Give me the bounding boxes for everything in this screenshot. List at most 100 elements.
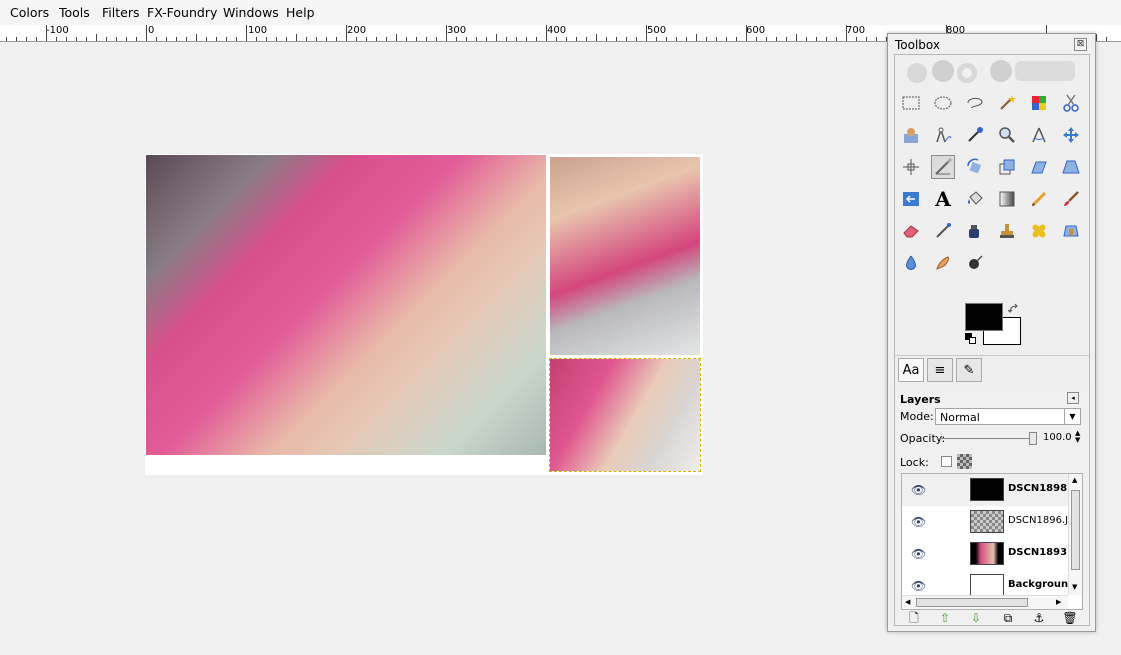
scroll-right-icon[interactable]: ▶ bbox=[1056, 598, 1061, 606]
move-arrows-icon bbox=[1063, 127, 1079, 143]
lock-alpha-icon[interactable] bbox=[957, 454, 972, 469]
airbrush-tool[interactable] bbox=[931, 219, 955, 243]
scroll-left-icon[interactable]: ◀ bbox=[905, 598, 910, 606]
fuzzy-select-tool[interactable] bbox=[995, 91, 1019, 115]
ellipse-select-tool[interactable] bbox=[931, 91, 955, 115]
duplicate-layer-icon[interactable]: ⧉ bbox=[999, 610, 1017, 626]
paths-tool[interactable] bbox=[931, 123, 955, 147]
ruler-tick bbox=[366, 37, 367, 41]
ruler-tick bbox=[56, 37, 57, 41]
scroll-down-icon[interactable]: ▼ bbox=[1072, 583, 1077, 591]
blend-tool[interactable] bbox=[995, 187, 1019, 211]
color-picker-tool[interactable] bbox=[963, 123, 987, 147]
text-tool[interactable]: A bbox=[931, 187, 955, 211]
perspective-tool[interactable] bbox=[1059, 155, 1083, 179]
ruler-tick bbox=[766, 37, 767, 41]
image-document[interactable] bbox=[145, 154, 703, 475]
clone-tool[interactable] bbox=[995, 219, 1019, 243]
layer-row[interactable]: 👁 DSCN1898... bbox=[902, 474, 1068, 506]
menu-colors[interactable]: Colors bbox=[10, 5, 49, 20]
eye-icon[interactable]: 👁 bbox=[911, 483, 926, 497]
chevron-down-icon[interactable]: ▼ bbox=[1064, 409, 1080, 424]
ruler-tick bbox=[686, 37, 687, 41]
menu-filters[interactable]: Filters bbox=[102, 5, 139, 20]
raise-layer-icon[interactable]: ⇧ bbox=[936, 610, 954, 626]
rotate-tool[interactable] bbox=[963, 155, 987, 179]
ruler-tick bbox=[336, 37, 337, 41]
ruler-tick bbox=[556, 37, 557, 41]
foreground-select-tool[interactable] bbox=[899, 123, 923, 147]
ruler-tick bbox=[236, 37, 237, 41]
eye-icon[interactable]: 👁 bbox=[911, 515, 926, 529]
eraser-tool[interactable] bbox=[899, 219, 923, 243]
mode-select[interactable]: Normal ▼ bbox=[935, 408, 1081, 425]
scissors-select-tool[interactable] bbox=[1059, 91, 1083, 115]
swap-colors-icon[interactable] bbox=[1007, 303, 1021, 315]
menu-bar: Colors Tools Filters FX-Foundry Windows … bbox=[0, 0, 1121, 26]
eye-icon[interactable]: 👁 bbox=[911, 579, 926, 593]
ruler-label: 100 bbox=[248, 25, 268, 36]
menu-fx-foundry[interactable]: FX-Foundry bbox=[147, 5, 217, 20]
ruler-tick bbox=[776, 37, 777, 41]
fg-bg-color-widget[interactable] bbox=[965, 303, 1025, 351]
menu-tools[interactable]: Tools bbox=[59, 5, 90, 20]
ruler-tick bbox=[876, 37, 877, 41]
opacity-slider-handle[interactable] bbox=[1029, 432, 1037, 445]
panel-menu-icon[interactable]: ◂ bbox=[1067, 392, 1079, 404]
tab-tool-options[interactable]: Aa bbox=[898, 358, 924, 382]
perspective-clone-tool[interactable] bbox=[1059, 219, 1083, 243]
ink-tool[interactable] bbox=[963, 219, 987, 243]
flip-tool[interactable] bbox=[899, 187, 923, 211]
layers-vertical-scrollbar[interactable]: ▲ ▼ bbox=[1068, 474, 1082, 595]
menu-help[interactable]: Help bbox=[286, 5, 315, 20]
align-tool[interactable] bbox=[899, 155, 923, 179]
smudge-tool[interactable] bbox=[931, 251, 955, 275]
move-tool[interactable] bbox=[1059, 123, 1083, 147]
paintbrush-tool[interactable] bbox=[1059, 187, 1083, 211]
dodge-burn-tool[interactable] bbox=[963, 251, 987, 275]
layers-list[interactable]: 👁 DSCN1898... 👁 DSCN1896.JP 👁 DSCN1893..… bbox=[901, 473, 1083, 610]
pencil-tool[interactable] bbox=[1027, 187, 1051, 211]
measure-tool[interactable] bbox=[1027, 123, 1051, 147]
eye-icon[interactable]: 👁 bbox=[911, 547, 926, 561]
free-select-tool[interactable] bbox=[963, 91, 987, 115]
shear-tool[interactable] bbox=[1027, 155, 1051, 179]
foreground-color-swatch[interactable] bbox=[965, 303, 1003, 331]
scrollbar-thumb[interactable] bbox=[916, 598, 1028, 607]
scrollbar-thumb[interactable] bbox=[1071, 490, 1080, 570]
ruler-tick bbox=[606, 37, 607, 41]
layer-row[interactable]: 👁 DSCN1893... bbox=[902, 538, 1068, 570]
anchor-layer-icon[interactable]: ⚓ bbox=[1030, 610, 1048, 626]
menu-windows[interactable]: Windows bbox=[223, 5, 279, 20]
crop-tool[interactable] bbox=[931, 155, 955, 179]
ruler-tick bbox=[576, 37, 577, 41]
lower-layer-icon[interactable]: ⇩ bbox=[967, 610, 985, 626]
ruler-label: 500 bbox=[647, 25, 667, 36]
rect-select-tool[interactable] bbox=[899, 91, 923, 115]
opacity-spinner-icon[interactable]: ▲ ▼ bbox=[1075, 430, 1080, 444]
opacity-slider-track[interactable] bbox=[937, 438, 1033, 439]
layer-row[interactable]: 👁 DSCN1896.JP bbox=[902, 506, 1068, 538]
layer-name: DSCN1893... bbox=[1008, 547, 1068, 558]
photo-top-right bbox=[550, 157, 700, 355]
tab-layers[interactable]: ≡ bbox=[927, 358, 953, 382]
layer-button-bar: 🗋 ⇧ ⇩ ⧉ ⚓ 🗑 bbox=[903, 610, 1083, 626]
tab-paths[interactable]: ✎ bbox=[956, 358, 982, 382]
scroll-up-icon[interactable]: ▲ bbox=[1072, 476, 1077, 484]
layers-horizontal-scrollbar[interactable]: ◀ ▶ bbox=[902, 595, 1068, 609]
zoom-tool[interactable] bbox=[995, 123, 1019, 147]
scale-tool[interactable] bbox=[995, 155, 1019, 179]
select-by-color-tool[interactable] bbox=[1027, 91, 1051, 115]
opacity-value[interactable]: 100.0 bbox=[1043, 432, 1072, 443]
delete-layer-icon[interactable]: 🗑 bbox=[1061, 610, 1079, 626]
bucket-fill-tool[interactable] bbox=[963, 187, 987, 211]
heal-tool[interactable] bbox=[1027, 219, 1051, 243]
blur-sharpen-tool[interactable] bbox=[899, 251, 923, 275]
magnifier-icon bbox=[999, 127, 1015, 143]
close-icon[interactable]: ⊠ bbox=[1074, 38, 1087, 51]
dock-tab-row: Aa ≡ ✎ bbox=[895, 355, 1089, 386]
new-layer-icon[interactable]: 🗋 bbox=[905, 610, 923, 626]
ruler-tick bbox=[1096, 34, 1097, 41]
lock-label: Lock: bbox=[900, 456, 929, 469]
lock-pixels-checkbox[interactable] bbox=[941, 456, 952, 467]
